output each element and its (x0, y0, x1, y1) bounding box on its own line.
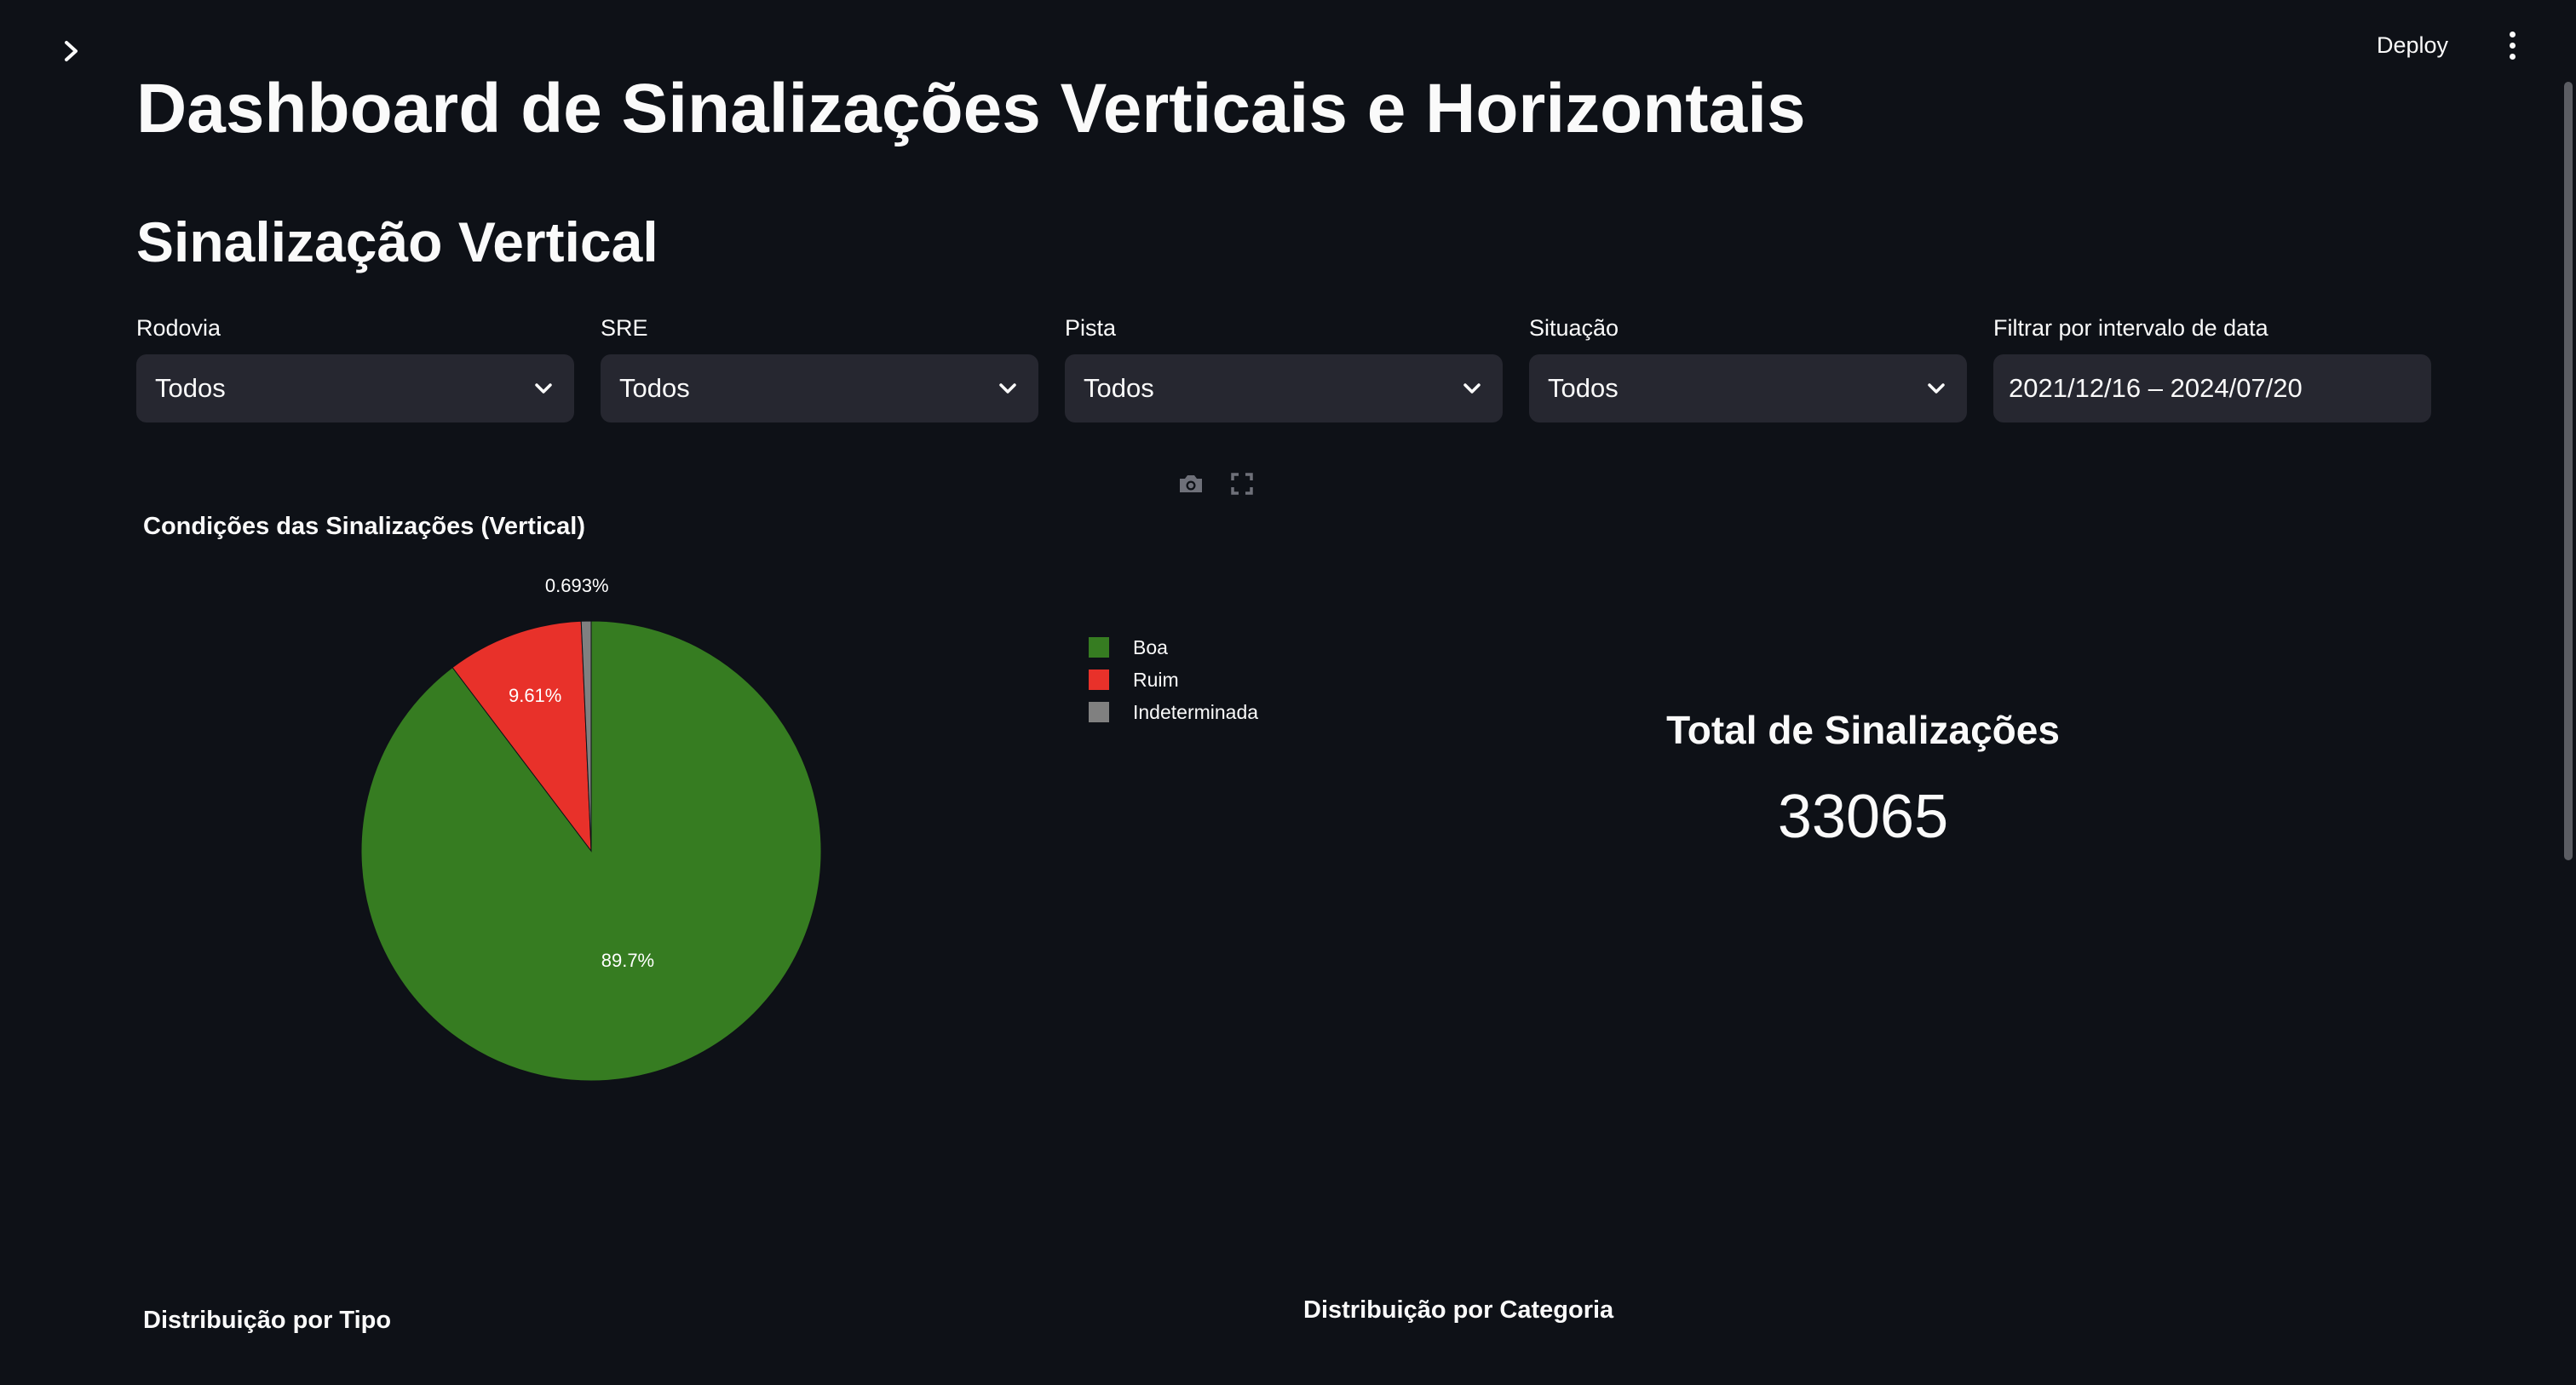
sidebar-toggle-button[interactable] (55, 34, 89, 68)
date-range-input[interactable]: 2021/12/16 – 2024/07/20 (1993, 354, 2431, 422)
legend-swatch (1089, 670, 1109, 690)
filter-label-sre: SRE (601, 315, 648, 341)
pie-data-label: 9.61% (509, 685, 561, 706)
pie-slice-indeterminada[interactable] (580, 620, 592, 852)
legend-label: Boa (1133, 635, 1168, 658)
page-scrollbar[interactable] (2564, 82, 2573, 860)
metric-value: 33065 (1777, 783, 1949, 851)
legend-swatch (1089, 702, 1109, 722)
filter-label-rodovia: Rodovia (136, 315, 221, 341)
legend-label: Ruim (1133, 668, 1179, 691)
pista-select-value: Todos (1084, 373, 1154, 403)
fullscreen-icon (1231, 473, 1253, 495)
deploy-button[interactable]: Deploy (2377, 24, 2448, 66)
filter-label-situacao: Situação (1529, 315, 1619, 341)
chart-title: Condições das Sinalizações (Vertical) (143, 513, 585, 540)
tipo-chart-title: Distribuição por Tipo (143, 1307, 392, 1334)
filter-label-pista: Pista (1065, 315, 1117, 341)
pie-slice-boa[interactable] (360, 620, 822, 1082)
page-title: Dashboard de Sinalizações Verticais e Ho… (136, 70, 1806, 147)
categoria-chart-title: Distribuição por Categoria (1303, 1296, 1614, 1324)
pie-data-label: 0.693% (545, 575, 609, 596)
rodovia-select[interactable]: Todos (136, 354, 574, 422)
sre-select[interactable]: Todos (601, 354, 1038, 422)
chevron-down-icon (532, 376, 555, 400)
situacao-select-value: Todos (1548, 373, 1619, 403)
filter-label-date-range: Filtrar por intervalo de data (1993, 315, 2268, 341)
main-menu-button[interactable] (2491, 24, 2533, 66)
chevron-down-icon (1924, 376, 1948, 400)
kebab-menu-icon (2509, 31, 2516, 37)
metric-label: Total de Sinalizações (1666, 708, 2060, 752)
sre-select-value: Todos (619, 373, 690, 403)
camera-button[interactable] (1174, 467, 1208, 501)
rodovia-select-value: Todos (155, 373, 226, 403)
pie-slice-ruim[interactable] (451, 620, 592, 853)
camera-icon (1180, 475, 1202, 492)
chevron-down-icon (1460, 376, 1484, 400)
legend-item-boa[interactable]: Boa (1089, 632, 1168, 663)
fullscreen-button[interactable] (1225, 467, 1259, 501)
legend-label: Indeterminada (1133, 700, 1259, 723)
pista-select[interactable]: Todos (1065, 354, 1503, 422)
chevron-down-icon (996, 376, 1020, 400)
pie-data-label: 89.7% (601, 950, 654, 971)
date-range-value: 2021/12/16 – 2024/07/20 (2009, 373, 2303, 403)
chevron-right-icon (65, 41, 78, 61)
situacao-select[interactable]: Todos (1529, 354, 1967, 422)
legend-item-ruim[interactable]: Ruim (1089, 664, 1179, 695)
legend-swatch (1089, 637, 1109, 658)
legend-item-indeterminada[interactable]: Indeterminada (1089, 697, 1258, 727)
section-title: Sinalização Vertical (136, 210, 658, 273)
